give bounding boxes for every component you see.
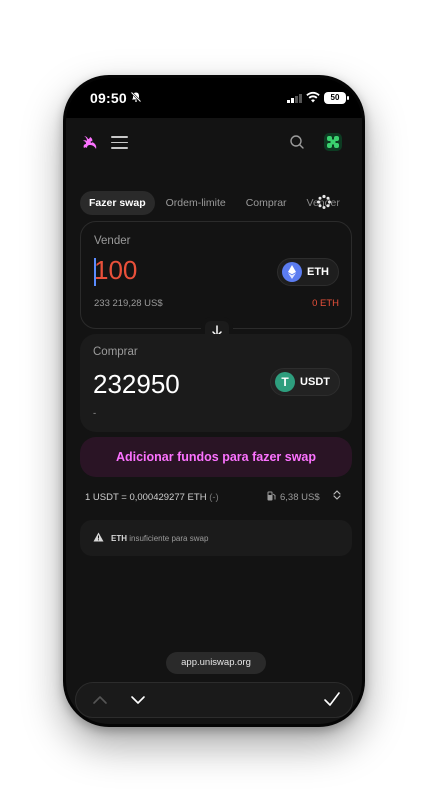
warning-text: insuficiente para swap	[129, 533, 209, 543]
exchange-rate-text: 1 USDT = 0,000429277 ETH	[85, 492, 207, 503]
tab-swap[interactable]: Fazer swap	[80, 191, 155, 215]
eth-icon	[282, 262, 302, 282]
buy-panel: Comprar 232950 T USDT -	[80, 334, 352, 432]
warning-token: ETH	[111, 533, 127, 543]
expand-details-icon[interactable]	[333, 490, 341, 501]
chevron-up-icon[interactable]	[92, 693, 108, 711]
sell-token-selector[interactable]: ETH	[277, 258, 339, 286]
sell-usd-value: 233 219,28 US$	[94, 298, 163, 309]
battery-icon: 50	[324, 92, 349, 104]
buy-amount-input[interactable]: 232950	[93, 369, 180, 400]
buy-token-selector[interactable]: T USDT	[270, 368, 340, 396]
screen: 09:50 50 Fazer swap Ordem-limite Comprar	[66, 78, 362, 724]
url-pill[interactable]: app.uniswap.org	[166, 652, 266, 674]
chevron-down-icon[interactable]	[130, 693, 146, 711]
search-icon[interactable]	[288, 133, 306, 151]
check-icon[interactable]	[323, 691, 341, 712]
sell-amount-input[interactable]: 100	[94, 255, 137, 286]
gas-fee-value: 6,38 US$	[280, 492, 320, 503]
exchange-rate-suffix: (-)	[209, 492, 219, 503]
exchange-rate[interactable]: 1 USDT = 0,000429277 ETH (-)	[85, 492, 219, 503]
insufficient-balance-warning: ETH insuficiente para swap	[80, 520, 352, 556]
gas-fee[interactable]: 6,38 US$	[267, 491, 320, 504]
swap-tabs: Fazer swap Ordem-limite Comprar Vender	[80, 190, 351, 216]
wallet-avatar-icon[interactable]	[324, 133, 342, 151]
menu-icon[interactable]	[111, 136, 128, 149]
buy-token-symbol: USDT	[300, 376, 330, 388]
status-time: 09:50	[90, 90, 127, 106]
phone-frame: 09:50 50 Fazer swap Ordem-limite Comprar	[63, 75, 365, 727]
loading-spinner-icon	[316, 194, 332, 210]
buy-label: Comprar	[93, 346, 138, 358]
sell-panel: Vender 100 ETH 233 219,28 US$ 0 ETH	[80, 221, 352, 329]
uniswap-logo[interactable]	[80, 133, 100, 153]
notification-off-icon	[130, 91, 142, 106]
signal-icon	[287, 94, 302, 103]
sell-label: Vender	[94, 235, 131, 247]
sell-balance: 0 ETH	[312, 298, 339, 309]
usdt-icon: T	[275, 372, 296, 392]
browser-bottom-bar	[75, 682, 353, 718]
add-funds-button[interactable]: Adicionar fundos para fazer swap	[80, 437, 352, 477]
buy-usd-value: -	[93, 408, 97, 419]
status-bar: 09:50 50	[66, 78, 362, 118]
warning-icon	[93, 532, 104, 544]
gas-pump-icon	[267, 491, 276, 504]
sell-token-symbol: ETH	[307, 266, 329, 278]
wifi-icon	[306, 90, 320, 108]
tab-limit-order[interactable]: Ordem-limite	[157, 191, 235, 215]
tab-buy[interactable]: Comprar	[237, 191, 296, 215]
